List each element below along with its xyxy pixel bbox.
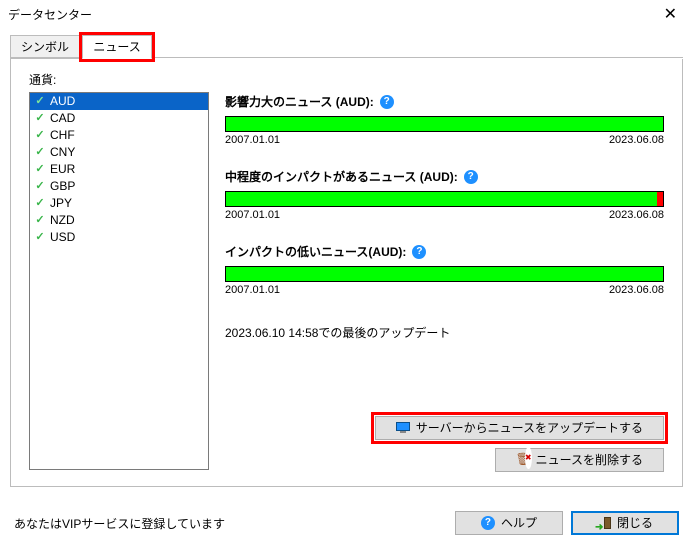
check-icon: ✓ [34,179,46,194]
news-high-start: 2007.01.01 [225,134,280,146]
news-group-high: 影響力大のニュース (AUD): ? 2007.01.01 2023.06.08 [225,93,664,146]
currency-item-aud[interactable]: ✓ AUD [30,93,208,110]
help-icon[interactable]: ? [380,95,394,109]
news-high-title: 影響力大のニュース (AUD): [225,93,374,110]
help-icon[interactable]: ? [412,245,426,259]
vip-status-text: あなたはVIPサービスに登録しています [14,515,225,532]
currency-listbox[interactable]: ✓ AUD ✓ CAD ✓ CHF ✓ CNY ✓ EUR ✓ GBP ✓ JPY ✓ NZD ✓ USD [29,92,209,470]
currency-item-nzd[interactable]: ✓ NZD [30,212,208,229]
currency-code: GBP [50,179,75,194]
currency-code: USD [50,230,75,245]
currency-item-gbp[interactable]: ✓ GBP [30,178,208,195]
help-button[interactable]: ? ヘルプ [455,511,563,535]
news-group-medium: 中程度のインパクトがあるニュース (AUD): ? 2007.01.01 202… [225,168,664,221]
update-button-label: サーバーからニュースをアップデートする [416,417,643,439]
trash-icon [516,453,530,467]
news-medium-title: 中程度のインパクトがあるニュース (AUD): [225,168,458,185]
news-high-bar [225,116,664,132]
news-low-bar [225,266,664,282]
news-medium-end: 2023.06.08 [609,209,664,221]
help-icon[interactable]: ? [464,170,478,184]
close-button[interactable]: 閉じる [571,511,679,535]
delete-button-label: ニュースを削除する [536,449,643,471]
news-group-low: インパクトの低いニュース(AUD): ? 2007.01.01 2023.06.… [225,243,664,296]
currency-label: 通貨: [29,71,209,88]
last-update-text: 2023.06.10 14:58での最後のアップデート [225,324,664,341]
news-low-end: 2023.06.08 [609,284,664,296]
currency-code: CAD [50,111,75,126]
currency-item-jpy[interactable]: ✓ JPY [30,195,208,212]
check-icon: ✓ [34,111,46,126]
close-icon[interactable]: ✕ [656,0,685,30]
tab-symbol[interactable]: シンボル [10,35,80,59]
help-icon: ? [481,516,495,530]
news-medium-bar [225,191,664,207]
tab-news[interactable]: ニュース [82,35,151,59]
currency-code: EUR [50,162,75,177]
currency-item-eur[interactable]: ✓ EUR [30,161,208,178]
news-medium-start: 2007.01.01 [225,209,280,221]
tab-strip: シンボル ニュース [10,34,683,58]
news-medium-red-tail [657,192,663,206]
help-button-label: ヘルプ [501,512,537,534]
close-button-label: 閉じる [617,512,653,534]
check-icon: ✓ [34,213,46,228]
news-low-title: インパクトの低いニュース(AUD): [225,243,406,260]
check-icon: ✓ [34,94,46,109]
window-title: データセンター [8,0,92,30]
news-panel: 通貨: ✓ AUD ✓ CAD ✓ CHF ✓ CNY ✓ EUR ✓ GBP ✓ JPY ✓ NZD ✓ USD… [10,59,683,487]
exit-icon [597,516,611,530]
server-icon [396,422,410,434]
check-icon: ✓ [34,128,46,143]
currency-code: CNY [50,145,75,160]
news-low-start: 2007.01.01 [225,284,280,296]
currency-item-chf[interactable]: ✓ CHF [30,127,208,144]
check-icon: ✓ [34,196,46,211]
update-from-server-button[interactable]: サーバーからニュースをアップデートする [375,416,664,440]
currency-code: JPY [50,196,72,211]
currency-item-cny[interactable]: ✓ CNY [30,144,208,161]
currency-code: AUD [50,94,75,109]
news-high-end: 2023.06.08 [609,134,664,146]
currency-code: CHF [50,128,75,143]
currency-code: NZD [50,213,75,228]
check-icon: ✓ [34,162,46,177]
currency-item-cad[interactable]: ✓ CAD [30,110,208,127]
delete-news-button[interactable]: ニュースを削除する [495,448,664,472]
check-icon: ✓ [34,145,46,160]
currency-item-usd[interactable]: ✓ USD [30,229,208,246]
titlebar: データセンター ✕ [0,0,693,30]
check-icon: ✓ [34,230,46,245]
